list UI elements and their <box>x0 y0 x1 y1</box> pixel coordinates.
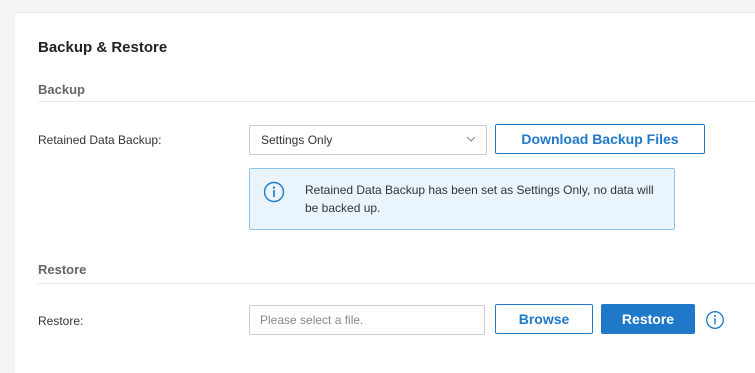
backup-section-title: Backup <box>38 82 85 97</box>
chevron-down-icon <box>466 136 476 142</box>
restore-info-icon[interactable] <box>705 310 725 330</box>
restore-button[interactable]: Restore <box>601 304 695 334</box>
browse-button[interactable]: Browse <box>495 304 593 334</box>
info-circle-icon <box>263 181 285 203</box>
restore-label: Restore: <box>38 314 84 328</box>
retained-data-backup-select[interactable]: Settings Only <box>249 125 487 155</box>
restore-divider <box>38 283 755 284</box>
download-backup-files-button[interactable]: Download Backup Files <box>495 124 705 154</box>
restore-section-title: Restore <box>38 262 87 277</box>
backup-restore-card: Backup & Restore Backup Retained Data Ba… <box>15 12 755 373</box>
retained-data-backup-value: Settings Only <box>261 133 333 147</box>
restore-file-input[interactable] <box>249 305 485 335</box>
card-title: Backup & Restore <box>38 39 168 56</box>
notice-text: Retained Data Backup has been set as Set… <box>305 183 654 215</box>
backup-divider <box>38 101 755 102</box>
retained-data-backup-label: Retained Data Backup: <box>38 133 162 147</box>
retained-backup-notice: Retained Data Backup has been set as Set… <box>249 168 675 230</box>
